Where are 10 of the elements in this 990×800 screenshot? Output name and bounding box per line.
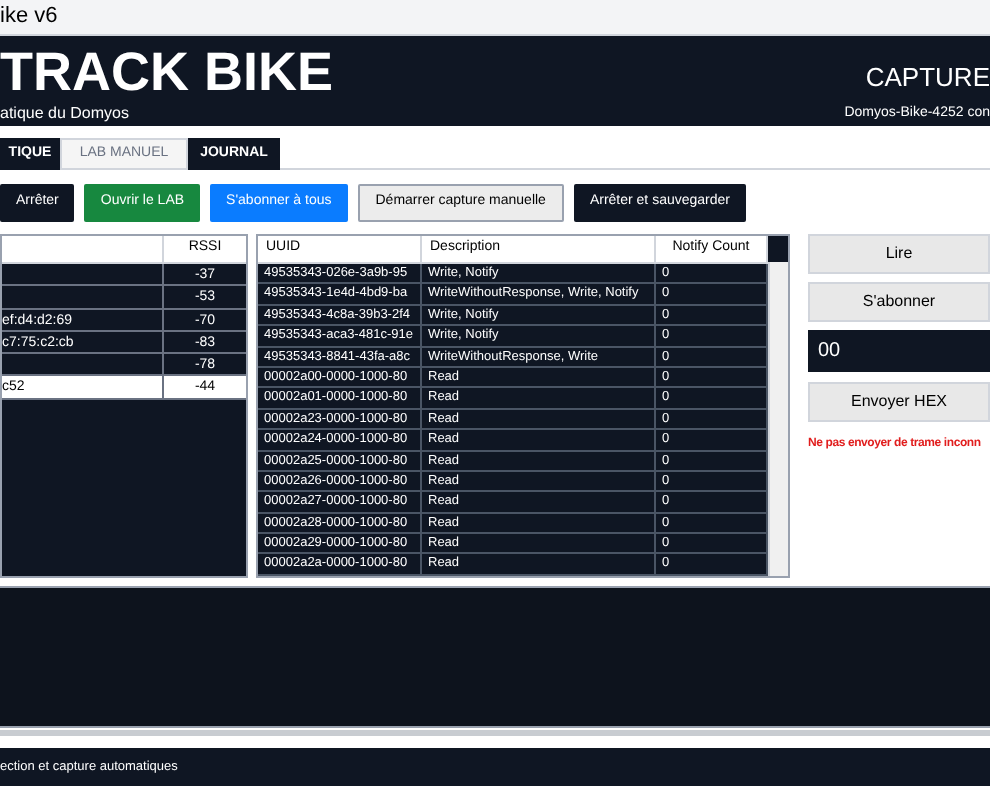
subscribe-button[interactable]: S'abonner xyxy=(808,282,990,322)
hex-input-field[interactable]: 00 xyxy=(808,330,990,372)
app-subtitle: atique du Domyos xyxy=(0,102,131,126)
app-title: TRACK BIKE xyxy=(0,42,333,102)
horizontal-scrollbar[interactable] xyxy=(0,730,990,736)
window-title: ike v6 xyxy=(0,2,58,33)
read-button[interactable]: Lire xyxy=(808,234,990,274)
capture-status-title: CAPTURE xyxy=(865,60,990,96)
send-hex-button[interactable]: Envoyer HEX xyxy=(808,382,990,422)
scrollbar[interactable] xyxy=(768,262,788,576)
